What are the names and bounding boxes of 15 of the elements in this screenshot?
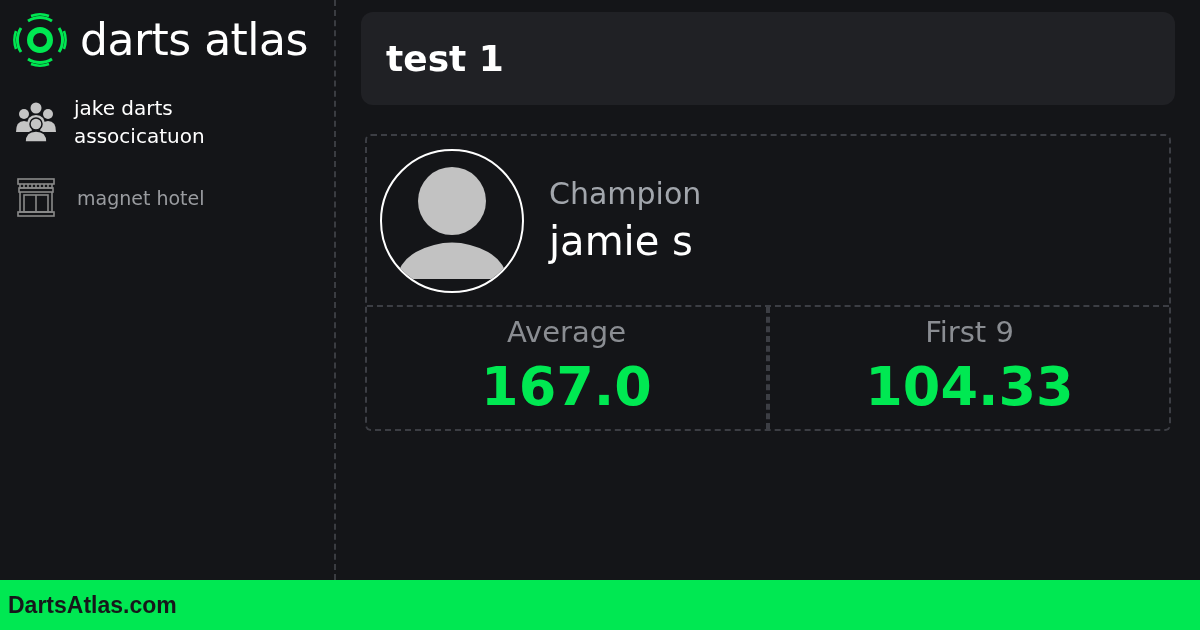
people-group-icon (14, 102, 58, 142)
stat-value: 104.33 (865, 354, 1074, 420)
site-domain: DartsAtlas.com (8, 591, 177, 620)
storefront-icon (17, 178, 55, 218)
avatar-icon (380, 149, 524, 293)
stat-value: 167.0 (481, 354, 652, 420)
stat-label: Average (506, 314, 627, 351)
champion-name: jamie s (549, 217, 694, 266)
ring-logo-icon (12, 12, 68, 68)
event-title: test 1 (386, 36, 504, 81)
sidebar-item[interactable]: jake darts associcatuon (12, 94, 244, 150)
brand-name: darts atlas (80, 14, 308, 66)
stat-label: First 9 (925, 314, 1014, 351)
champion-label: Champion (549, 176, 702, 212)
sidebar-item[interactable]: magnet hotel (12, 178, 205, 218)
